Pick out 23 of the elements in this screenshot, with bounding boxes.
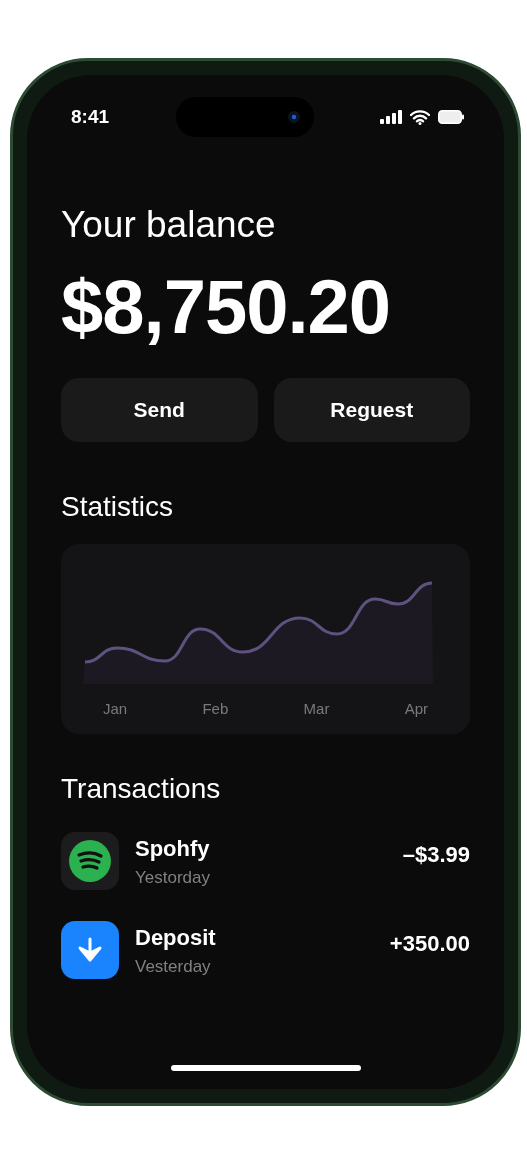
action-button[interactable]: Send [61,378,258,443]
month-label: Feb [202,699,229,720]
transaction-amount: +350.00 [389,929,470,958]
battery-icon [438,110,464,124]
transaction-date: Yestorday [135,867,211,890]
balance-title: Your balance [61,203,277,247]
transaction-amount: –$3.99 [402,841,470,870]
action-button[interactable]: Reguest [273,378,470,443]
music-app-icon [68,839,112,884]
status-time: 8:41 [71,104,110,129]
month-label: Mar [303,699,330,720]
section-title: Statistics [61,490,175,525]
transaction-name: Deposit [135,923,217,952]
signal-icon [380,110,402,124]
month-label: Apr [404,699,428,720]
balance-amount: $8,750.20 [61,264,392,349]
month-label: Jan [103,699,128,720]
transaction-name: Spohfy [135,835,211,864]
camera-icon [287,111,300,123]
home-indicator[interactable] [170,1065,361,1071]
wifi-icon [410,109,430,125]
section-title: Transactions [61,772,222,807]
transaction-date: Vesterday [135,955,212,978]
